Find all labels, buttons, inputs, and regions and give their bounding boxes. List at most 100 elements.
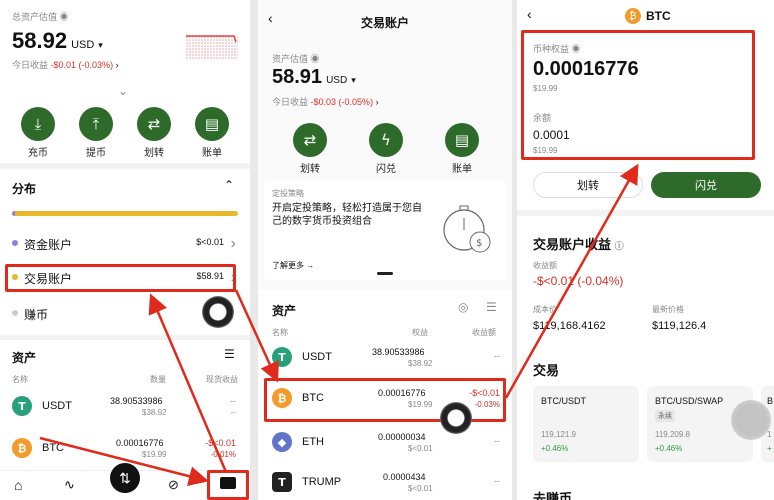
divider: [0, 335, 250, 340]
flash-swap-icon: ϟ: [381, 131, 391, 149]
asset-row-trump[interactable]: T TRUMP 0.0000434 $<0.01 --: [268, 470, 502, 496]
pair-price: 119,121.9: [541, 430, 576, 439]
earn-section-title: 去赚币: [533, 491, 573, 500]
asset-pnl-pct: --: [230, 408, 236, 417]
col-qty: 数量: [150, 375, 166, 384]
account-name: 赚币: [24, 308, 49, 322]
withdraw-icon: ⤒: [92, 115, 100, 133]
divider: [517, 210, 774, 216]
asset-overview-panel: 总资产估值 ◉ 58.92 USD ▾ 今日收益 -$0.01 (-0.03%)…: [0, 0, 250, 500]
asset-pnl-pct: -0.01%: [210, 450, 236, 459]
currency-selector[interactable]: USD: [326, 75, 347, 86]
transfer-button[interactable]: ⇄: [293, 123, 327, 157]
legend-dot: [12, 274, 18, 280]
discover-icon[interactable]: ⊘: [168, 477, 179, 493]
asset-pnl-pct: -0.03%: [474, 400, 500, 409]
transfer-button[interactable]: ⇄: [137, 107, 171, 141]
distribution-title: 分布: [12, 182, 37, 196]
target-icon[interactable]: ◎: [458, 300, 468, 314]
learn-more-link[interactable]: 了解更多 →: [272, 260, 314, 271]
asset-qty: 0.00000034: [378, 432, 426, 442]
chevron-down-icon[interactable]: ▾: [351, 75, 356, 86]
balance-label: 余额: [533, 113, 552, 123]
asset-pnl: --: [494, 436, 500, 446]
col-equity: 权益: [412, 328, 428, 337]
col-name: 名称: [12, 375, 28, 384]
withdraw-button[interactable]: ⤒: [79, 107, 113, 141]
stopwatch-illustration: $: [443, 205, 491, 253]
bill-button[interactable]: ▤: [445, 123, 479, 157]
pair-card-btc-usdt[interactable]: BTC/USDT 119,121.9 +0.46%: [533, 386, 639, 462]
trade-icon[interactable]: ⇅: [110, 463, 140, 493]
market-icon[interactable]: ∿: [64, 477, 75, 493]
account-name: 资金账户: [24, 238, 73, 252]
flash-swap-button[interactable]: ϟ: [369, 123, 403, 157]
chevron-right-icon[interactable]: ›: [376, 97, 379, 107]
transfer-label: 划转: [300, 164, 320, 175]
asset-row-btc[interactable]: ₿ BTC 0.00016776 $19.99 -$<0.01 -0.01%: [12, 436, 238, 462]
usdt-icon: T: [272, 347, 292, 367]
asset-usd: $19.99: [142, 450, 167, 459]
bottom-nav: ⌂ ∿ ⇅ ⊘: [0, 463, 250, 500]
cost-value: $119,168.4162: [533, 320, 606, 332]
wallet-icon[interactable]: [220, 477, 236, 489]
promo-text: 开启定投策略，轻松打造属于您自己的数字货币投资组合: [272, 203, 422, 227]
transfer-icon: ⇄: [303, 131, 317, 149]
eye-icon[interactable]: ◉: [572, 44, 581, 54]
asset-row-usdt[interactable]: T USDT 38.90533986 $38.92 --: [268, 345, 502, 371]
asset-row-usdt[interactable]: T USDT 38.90533986 $38.92 -- --: [12, 394, 238, 420]
back-icon[interactable]: ‹: [527, 6, 532, 22]
distribution-bar: [12, 211, 238, 216]
asset-pnl: --: [494, 476, 500, 486]
bill-label: 账单: [452, 164, 472, 175]
asset-qty: 0.00016776: [378, 388, 426, 398]
transfer-label: 划转: [144, 148, 164, 159]
asset-qty: 38.90533986: [110, 396, 163, 406]
asset-row-eth[interactable]: ◆ ETH 0.00000034 $<0.01 --: [268, 430, 502, 456]
btc-icon: ₿: [272, 388, 292, 408]
btc-icon: ₿: [12, 438, 32, 458]
touch-indicator: [202, 296, 234, 328]
chevron-right-icon[interactable]: ›: [116, 60, 119, 70]
asset-usd: $<0.01: [408, 484, 433, 493]
asset-qty: 0.0000434: [383, 472, 426, 482]
col-name: 名称: [272, 328, 288, 337]
col-pnl: 收益额: [472, 328, 496, 337]
flash-swap-button[interactable]: 闪兑: [651, 172, 761, 198]
expand-chevron-icon[interactable]: ⌄: [118, 84, 128, 98]
deposit-button[interactable]: ⤓: [21, 107, 55, 141]
touch-indicator: [731, 400, 771, 440]
eth-icon: ◆: [272, 432, 292, 452]
pair-change: +0.46%: [541, 444, 569, 453]
bill-button[interactable]: ▤: [195, 107, 229, 141]
eye-icon[interactable]: ◉: [311, 54, 320, 64]
account-row-trading[interactable]: 交易账户 $58.91 ›: [12, 269, 238, 286]
info-icon[interactable]: ⓘ: [615, 241, 624, 251]
assets-title: 资产: [12, 351, 37, 365]
eye-icon[interactable]: ◉: [60, 12, 69, 22]
transfer-button[interactable]: 划转: [533, 172, 643, 198]
home-icon[interactable]: ⌂: [14, 477, 22, 493]
asset-pnl: -$<0.01: [205, 438, 236, 448]
pair-name: B: [767, 396, 774, 406]
pnl-section-title: 交易账户收益 ⓘ: [533, 237, 624, 252]
chevron-right-icon: ›: [230, 235, 236, 252]
collapse-chevron-icon[interactable]: ⌃: [224, 178, 234, 192]
filter-icon[interactable]: ☰: [486, 300, 497, 314]
trump-icon: T: [272, 472, 292, 492]
balance-usd: $19.99: [533, 146, 558, 155]
account-row-funding[interactable]: 资金账户 $<0.01 ›: [12, 235, 238, 252]
asset-usd: $38.92: [142, 408, 167, 417]
asset-usd: $<0.01: [408, 444, 433, 453]
balance-value: 0.0001: [533, 128, 570, 142]
page-title: BTC: [646, 9, 671, 23]
trade-title: 交易: [533, 363, 560, 378]
latest-label: 最新价格: [652, 305, 684, 314]
chevron-down-icon[interactable]: ▾: [98, 40, 103, 51]
currency-selector[interactable]: USD: [71, 39, 94, 51]
asset-pnl: --: [230, 396, 236, 406]
filter-icon[interactable]: ☰: [224, 347, 235, 361]
asset-symbol: ETH: [302, 436, 324, 448]
equity-usd: $19.99: [533, 84, 558, 93]
promo-card[interactable]: 定投策略 开启定投策略，轻松打造属于您自己的数字货币投资组合 了解更多 → $: [264, 180, 506, 280]
